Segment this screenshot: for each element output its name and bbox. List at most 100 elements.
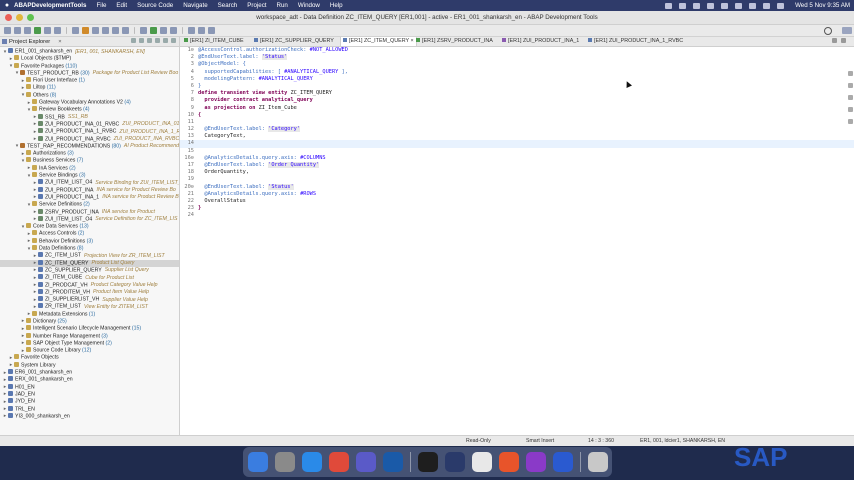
collapse-all-icon[interactable]: [131, 38, 136, 43]
tree-node[interactable]: ▸ ZSRV_PRODUCT_INA INA service for Product: [0, 208, 179, 216]
tree-node[interactable]: ▸ ZUI_ITEM_LIST_O4 Service Definition for …: [0, 215, 179, 223]
minimize-window-icon[interactable]: [16, 14, 23, 21]
vpn-icon[interactable]: [552, 452, 573, 472]
code-line[interactable]: 5 modelingPattern: #ANALYTICAL_QUERY: [180, 76, 854, 83]
check-icon[interactable]: [72, 27, 79, 34]
tree-node[interactable]: ▸ Intelligent Scenario Lifecycle Manageme…: [0, 325, 179, 332]
open-object-icon[interactable]: [44, 27, 51, 34]
code-line[interactable]: 21 @AnalyticsDetails.query.axis: #ROWS: [180, 191, 854, 198]
menu-search[interactable]: Search: [218, 2, 238, 9]
feed-icon[interactable]: [847, 119, 853, 124]
code-line[interactable]: 11: [180, 119, 854, 126]
status-icon[interactable]: [665, 2, 673, 9]
tree-node[interactable]: ▸ ZI_SUPPLIERLIST_VH Supplier Value Help: [0, 296, 179, 303]
tree-node[interactable]: ▾ TEST_RAP_RECOMMENDATIONS (80) AI Product…: [0, 142, 179, 150]
code-line[interactable]: 24: [180, 212, 854, 219]
code-line[interactable]: 1⊖ @AccessControl.authorizationCheck: #NO…: [180, 47, 854, 54]
tree-node[interactable]: ▸ ZUI_PRODUCT_INA_1_RVBC ZUI_PRODUCT_INA_1…: [0, 128, 179, 135]
onenote-icon[interactable]: [525, 452, 546, 472]
menu-help[interactable]: Help: [330, 2, 343, 9]
minimize-icon[interactable]: [163, 38, 168, 43]
trash-icon[interactable]: [587, 452, 608, 472]
apple-menu-icon[interactable]: ●: [0, 2, 14, 9]
menu-navigate[interactable]: Navigate: [183, 2, 207, 9]
sap-gui-icon[interactable]: [471, 452, 492, 472]
menu-project[interactable]: Project: [247, 2, 266, 9]
wifi-icon[interactable]: [749, 2, 757, 9]
tree-node[interactable]: ▸ InA Services (2): [0, 164, 179, 172]
tree-node[interactable]: ▾ Service Bindings (3): [0, 172, 179, 179]
refresh-icon[interactable]: [112, 27, 119, 34]
tree-node[interactable]: ▸ Gateway Vocabulary Annotations V2 (4): [0, 99, 179, 106]
activate-icon[interactable]: [82, 27, 89, 34]
new-icon[interactable]: [4, 27, 11, 34]
navigate-forward-icon[interactable]: [198, 27, 205, 34]
tree-node[interactable]: ▸ Access Controls (2): [0, 230, 179, 237]
system-settings-icon[interactable]: [274, 452, 295, 472]
tree-node[interactable]: ▸ Metadata Extensions (1): [0, 310, 179, 318]
tree-node[interactable]: ▾ Data Definitions (8): [0, 245, 179, 252]
close-icon[interactable]: ×: [409, 38, 414, 44]
tree-node[interactable]: ▾ Others (8): [0, 91, 179, 99]
code-line[interactable]: 15: [180, 148, 854, 155]
tree-node[interactable]: ▾ Favorite Packages (110): [0, 62, 179, 70]
tree-node[interactable]: ▸ ZR_ITEM_LIST View Entity for ZITEM_LIST: [0, 303, 179, 310]
tree-node[interactable]: ▸ Dictionary (25): [0, 317, 179, 325]
code-line[interactable]: 12 @EndUserText.label: 'Category': [180, 126, 854, 133]
link-with-editor-icon[interactable]: [139, 38, 144, 43]
where-used-icon[interactable]: [102, 27, 109, 34]
save-all-icon[interactable]: [24, 27, 31, 34]
zoom-window-icon[interactable]: [27, 14, 34, 21]
tree-node[interactable]: ▸ Source Code Library (12): [0, 347, 179, 354]
tree-node[interactable]: ▸ Local Objects ($TMP): [0, 55, 179, 62]
code-line[interactable]: 4 supportedCapabilities: [ #ANALYTICAL_Q…: [180, 69, 854, 76]
status-icon[interactable]: [679, 2, 687, 9]
tree-node[interactable]: ▸ ZC_SUPPLIER_QUERY Supplier List Query: [0, 266, 179, 274]
battery-icon[interactable]: [735, 2, 743, 9]
run-icon[interactable]: [150, 27, 157, 34]
tree-node[interactable]: ▸ ZC_ITEM_QUERY Product List Query: [0, 259, 179, 267]
tree-node[interactable]: ▸ JAD_EN: [0, 390, 179, 398]
tree-node[interactable]: ▸ ZUI_PRODUCT_INA_1 INA service for Produc…: [0, 193, 179, 201]
tree-node[interactable]: ▸ ZUI_PRODUCT_INA INA service for Product …: [0, 186, 179, 194]
tree-node[interactable]: ▸ System Library: [0, 361, 179, 369]
editor-tab[interactable]: [ER1] ZI_ITEM_CUBE: [184, 37, 244, 46]
code-line[interactable]: 7 define transient view entity ZC_ITEM_QU…: [180, 90, 854, 97]
project-explorer-tab[interactable]: Project Explorer ×: [0, 37, 179, 47]
code-line[interactable]: 17 @EndUserText.label: 'Order Quantity': [180, 162, 854, 169]
menu-source-code[interactable]: Source Code: [137, 2, 173, 9]
code-line[interactable]: 3 @ObjectModel: {: [180, 61, 854, 68]
tree-node[interactable]: ▸ JYD_EN: [0, 398, 179, 405]
activate-all-icon[interactable]: [92, 27, 99, 34]
tree-node[interactable]: ▸ ER6_001_shankarsh_en: [0, 369, 179, 376]
view-menu-icon[interactable]: [155, 38, 160, 43]
search-object-icon[interactable]: [54, 27, 61, 34]
close-window-icon[interactable]: [5, 14, 12, 21]
tree-node[interactable]: ▾ Business Services (7): [0, 157, 179, 164]
eclipse-adt-icon[interactable]: [444, 452, 465, 472]
tree-node[interactable]: ▸ Favorite Objects: [0, 354, 179, 361]
toggle-icon[interactable]: [122, 27, 129, 34]
code-line[interactable]: 18 OrderQuantity,: [180, 169, 854, 176]
app-menu[interactable]: ABAPDevelopmentTools: [14, 2, 86, 9]
minimize-icon[interactable]: [832, 38, 837, 43]
tree-node[interactable]: ▸ ZUI_PRODUCT_INA_RVBC ZUI_PRODUCT_INA_RVB…: [0, 135, 179, 143]
debug-icon[interactable]: [140, 27, 147, 34]
teams-icon[interactable]: [355, 452, 376, 472]
save-icon[interactable]: [14, 27, 21, 34]
appstore-icon[interactable]: [301, 452, 322, 472]
problems-icon[interactable]: [847, 83, 853, 88]
sap-logon-icon[interactable]: [382, 452, 403, 472]
editor-tab[interactable]: [ER1] ZUI_PRODUCT_INA_1_RVBC: [588, 37, 683, 46]
tree-node[interactable]: ▸ SAP Object Type Management (2): [0, 339, 179, 347]
search-icon[interactable]: [824, 27, 832, 35]
pin-icon[interactable]: [208, 27, 215, 34]
tree-node[interactable]: ▸ ZI_ITEM_CUBE Cube for Product List: [0, 274, 179, 281]
tree-node[interactable]: ▸ ERX_001_shankarsh_en: [0, 376, 179, 383]
navigate-back-icon[interactable]: [188, 27, 195, 34]
tree-node[interactable]: ▸ ZUI_ITEM_LIST_O4 Service Binding for ZUI…: [0, 179, 179, 186]
maximize-icon[interactable]: [841, 38, 846, 43]
profile-icon[interactable]: [170, 27, 177, 34]
outline-icon[interactable]: [847, 71, 853, 76]
menu-edit[interactable]: Edit: [116, 2, 127, 9]
